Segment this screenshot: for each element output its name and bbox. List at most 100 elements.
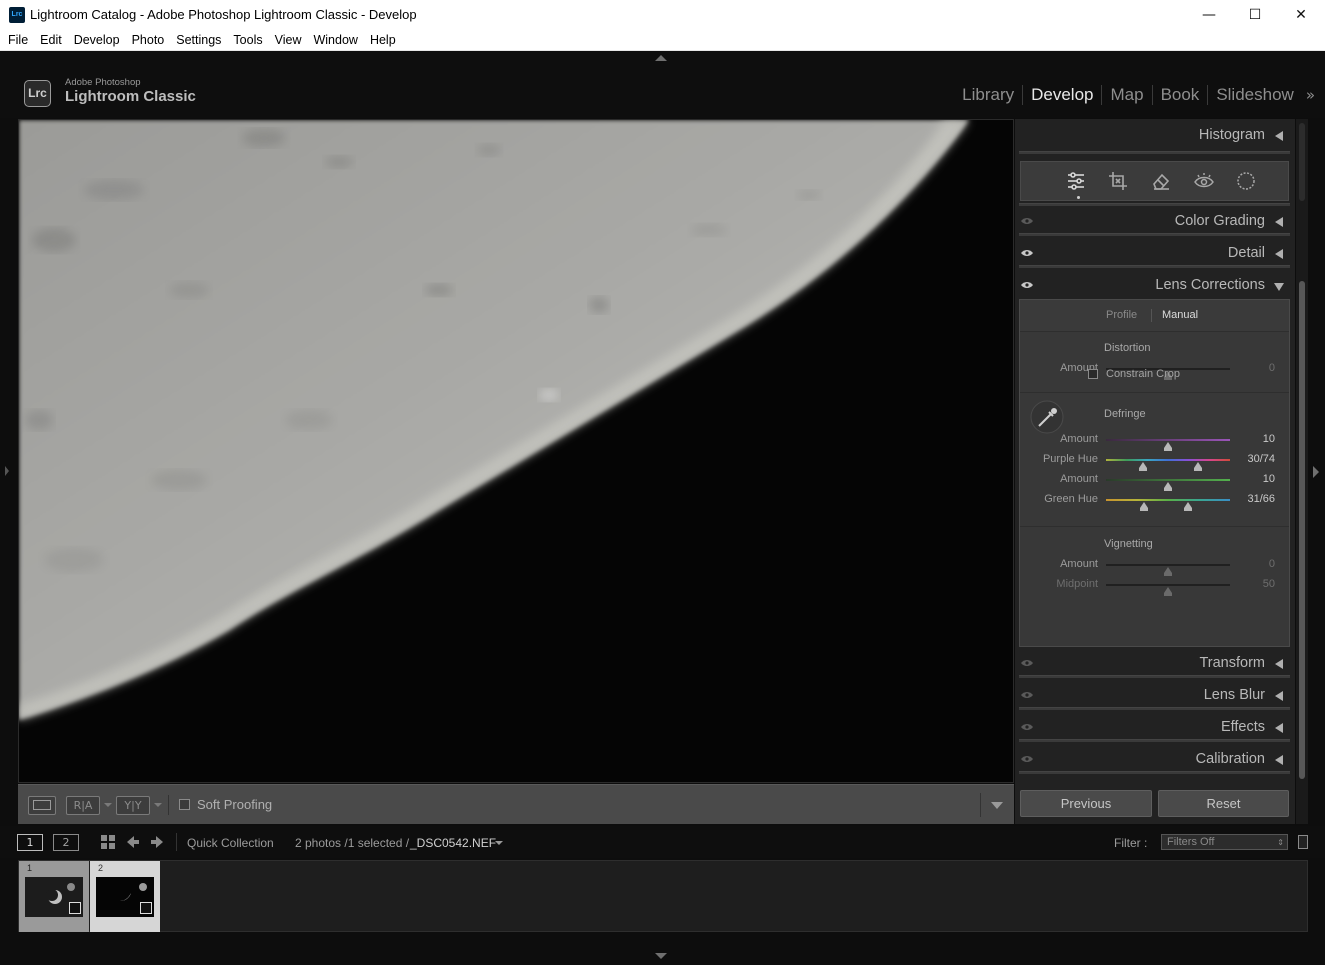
menu-window[interactable]: Window	[307, 33, 363, 47]
eye-icon[interactable]	[1021, 659, 1033, 667]
toolbar-options-dropdown[interactable]	[980, 793, 1010, 817]
image-viewer[interactable]	[18, 119, 1014, 783]
menu-edit[interactable]: Edit	[34, 33, 68, 47]
collapse-arrow-icon[interactable]	[1274, 283, 1284, 291]
slider-knob-high[interactable]	[1193, 462, 1202, 471]
eye-icon[interactable]	[1021, 691, 1033, 699]
purple-amount-slider[interactable]: Amount 10	[1020, 431, 1289, 451]
scrollbar-thumb[interactable]	[1299, 281, 1305, 779]
expand-arrow-icon[interactable]	[1275, 723, 1283, 733]
filmstrip-thumb[interactable]: 1	[19, 861, 89, 932]
eye-icon[interactable]	[1021, 281, 1033, 289]
main-screen-button[interactable]: 1	[17, 834, 43, 851]
close-button[interactable]: ✕	[1278, 0, 1324, 30]
expand-arrow-icon[interactable]	[1275, 131, 1283, 141]
healing-eraser-icon[interactable]	[1150, 170, 1172, 192]
red-eye-icon[interactable]	[1193, 170, 1215, 192]
module-book[interactable]: Book	[1151, 85, 1208, 105]
green-amount-slider[interactable]: Amount 10	[1020, 471, 1289, 491]
expand-arrow-icon[interactable]	[1275, 659, 1283, 669]
module-develop[interactable]: Develop	[1022, 85, 1101, 105]
expand-arrow-icon[interactable]	[1275, 217, 1283, 227]
reset-button[interactable]: Reset	[1158, 790, 1289, 817]
before-after-left-right-button[interactable]: R|A	[66, 796, 100, 815]
expand-arrow-icon[interactable]	[1275, 249, 1283, 259]
scrollbar-track[interactable]	[1299, 123, 1305, 201]
more-modules-icon[interactable]: »	[1302, 86, 1315, 104]
grid-icon[interactable]	[101, 835, 116, 850]
right-panel-scrollbar[interactable]	[1296, 119, 1308, 824]
tab-manual[interactable]: Manual	[1162, 309, 1198, 321]
source-label[interactable]: Quick Collection	[187, 836, 274, 850]
before-after-copy-button[interactable]: Y|Y	[116, 796, 150, 815]
slider-knob[interactable]	[1164, 567, 1172, 576]
expand-arrow-icon[interactable]	[1275, 691, 1283, 701]
slider-knob-low[interactable]	[1139, 462, 1148, 471]
slider-track[interactable]	[1106, 499, 1230, 511]
selected-filename[interactable]: _DSC0542.NEF	[410, 836, 496, 850]
module-slideshow[interactable]: Slideshow	[1207, 85, 1302, 105]
loupe-view-button[interactable]	[28, 796, 56, 815]
collapse-left-panel-arrow[interactable]	[5, 466, 9, 476]
minimize-button[interactable]: —	[1186, 0, 1232, 30]
slider-track[interactable]	[1106, 479, 1230, 491]
slider-knob-high[interactable]	[1183, 502, 1192, 511]
eye-icon[interactable]	[1021, 755, 1033, 763]
slider-knob-low[interactable]	[1140, 502, 1149, 511]
slider-track[interactable]	[1106, 439, 1230, 451]
tab-profile[interactable]: Profile	[1106, 309, 1137, 321]
purple-hue-slider[interactable]: Purple Hue 30/74	[1020, 451, 1289, 471]
panel-histogram[interactable]: Histogram	[1015, 121, 1291, 151]
slider-value[interactable]: 0	[1269, 362, 1275, 374]
soft-proofing-checkbox[interactable]	[179, 799, 190, 810]
eyedropper-icon[interactable]	[1030, 400, 1064, 434]
menu-settings[interactable]: Settings	[170, 33, 227, 47]
menu-photo[interactable]: Photo	[126, 33, 171, 47]
slider-value[interactable]: 30/74	[1247, 453, 1275, 465]
constrain-crop-checkbox[interactable]	[1088, 369, 1098, 379]
menu-file[interactable]: File	[2, 33, 34, 47]
module-map[interactable]: Map	[1101, 85, 1151, 105]
slider-track[interactable]	[1106, 564, 1230, 576]
panel-lens-corrections[interactable]: Lens Corrections	[1015, 271, 1291, 301]
slider-knob[interactable]	[1164, 482, 1172, 491]
menu-tools[interactable]: Tools	[227, 33, 268, 47]
slider-track[interactable]	[1106, 459, 1230, 471]
slider-knob[interactable]	[1164, 442, 1172, 451]
collapse-filmstrip-arrow[interactable]	[655, 953, 667, 959]
collapse-right-panel-arrow[interactable]	[1313, 466, 1319, 478]
menu-develop[interactable]: Develop	[68, 33, 126, 47]
slider-value[interactable]: 31/66	[1247, 493, 1275, 505]
menu-view[interactable]: View	[269, 33, 308, 47]
eye-icon[interactable]	[1021, 249, 1033, 257]
filter-select[interactable]: Filters Off ⇕	[1161, 834, 1288, 850]
slider-knob[interactable]	[1164, 587, 1172, 596]
arrow-left-icon[interactable]	[126, 835, 140, 849]
before-after-dropdown-icon[interactable]	[104, 803, 112, 807]
filter-lock-icon[interactable]	[1298, 835, 1308, 849]
slider-value[interactable]: 0	[1269, 558, 1275, 570]
collapse-top-panel-arrow[interactable]	[655, 55, 667, 61]
copy-settings-dropdown-icon[interactable]	[154, 803, 162, 807]
module-library[interactable]: Library	[954, 85, 1022, 105]
slider-value[interactable]: 10	[1263, 433, 1275, 445]
filename-dropdown-icon[interactable]	[495, 841, 503, 845]
menu-help[interactable]: Help	[364, 33, 402, 47]
maximize-button[interactable]: ☐	[1232, 0, 1278, 30]
eye-icon[interactable]	[1021, 217, 1033, 225]
secondary-screen-button[interactable]: 2	[53, 834, 79, 851]
previous-button[interactable]: Previous	[1020, 790, 1152, 817]
filmstrip-thumb-selected[interactable]: 2	[90, 861, 160, 932]
arrow-right-icon[interactable]	[150, 835, 164, 849]
masking-icon[interactable]	[1235, 170, 1257, 192]
edit-sliders-icon[interactable]	[1065, 170, 1087, 192]
expand-arrow-icon[interactable]	[1275, 755, 1283, 765]
green-hue-slider[interactable]: Green Hue 31/66	[1020, 491, 1289, 511]
slider-value[interactable]: 50	[1263, 578, 1275, 590]
slider-track[interactable]	[1106, 584, 1230, 596]
slider-value[interactable]: 10	[1263, 473, 1275, 485]
vignetting-amount-slider[interactable]: Amount 0	[1020, 556, 1289, 576]
eye-icon[interactable]	[1021, 723, 1033, 731]
crop-icon[interactable]	[1107, 170, 1129, 192]
vignetting-midpoint-slider[interactable]: Midpoint 50	[1020, 576, 1289, 596]
